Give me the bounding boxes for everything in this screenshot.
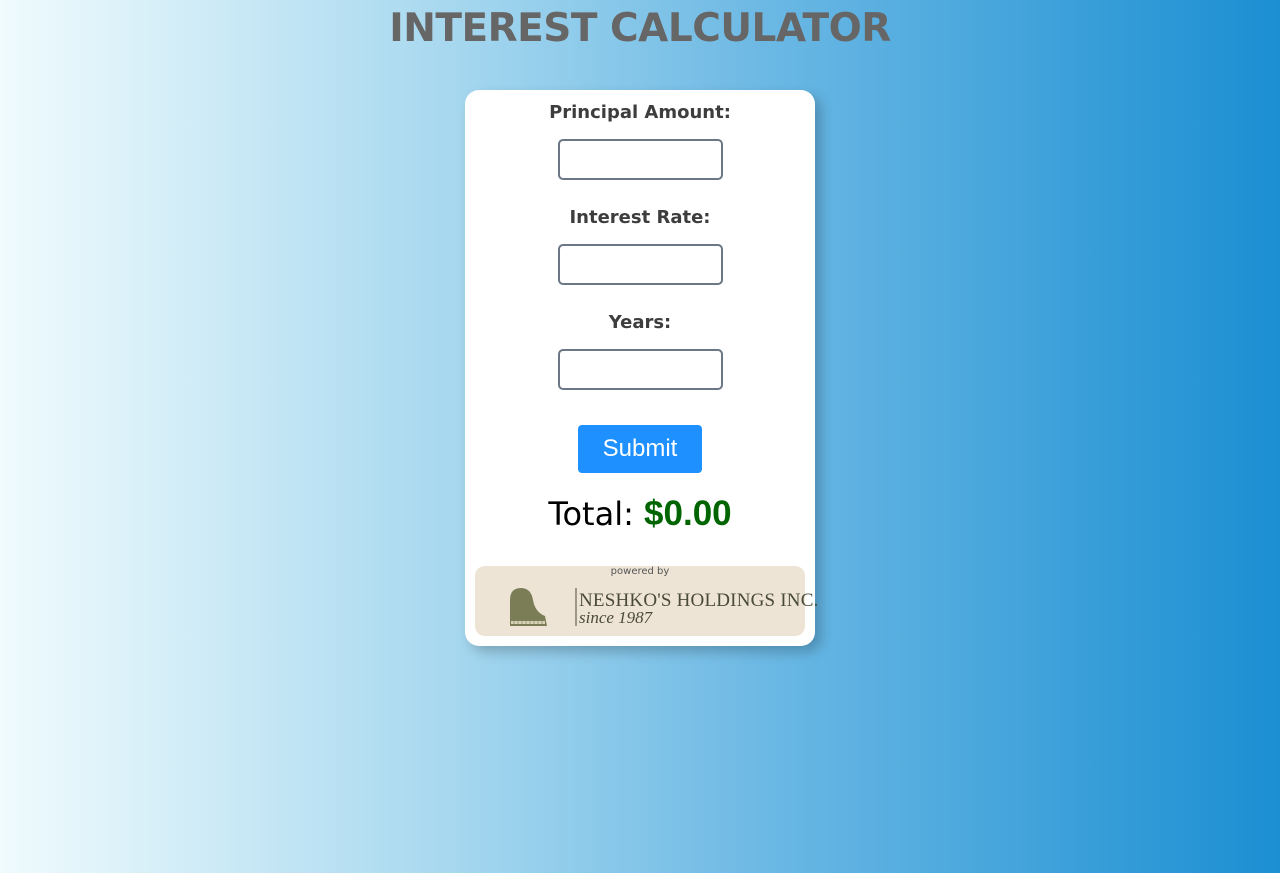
company-since: since 1987 [579,608,653,627]
page-title: INTEREST CALCULATOR [389,6,891,51]
interest-rate-input[interactable] [558,244,723,285]
total-row: Total: $0.00 [465,494,815,534]
principal-input[interactable] [558,139,723,180]
grand-piano-icon [510,588,577,626]
interest-rate-label: Interest Rate: [569,207,711,228]
total-value: $0.00 [644,494,732,533]
powered-by-badge: powered by NESHKO'S HOLDINGS INC. since … [475,566,818,636]
total-label: Total: [548,495,634,533]
years-label: Years: [608,312,672,333]
principal-label: Principal Amount: [549,102,731,123]
submit-button[interactable]: Submit [578,425,702,473]
powered-by-label: powered by [610,566,670,577]
years-input[interactable] [558,349,723,390]
company-logo: NESHKO'S HOLDINGS INC. since 1987 [509,586,818,628]
calculator-card: Principal Amount: Interest Rate: Years: … [465,90,818,646]
